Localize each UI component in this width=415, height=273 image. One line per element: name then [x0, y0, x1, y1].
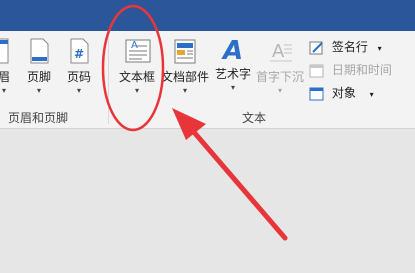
annotation-arrow: [172, 108, 288, 241]
highlight-ellipse: [101, 4, 165, 132]
annotation-overlay: [101, 4, 288, 241]
